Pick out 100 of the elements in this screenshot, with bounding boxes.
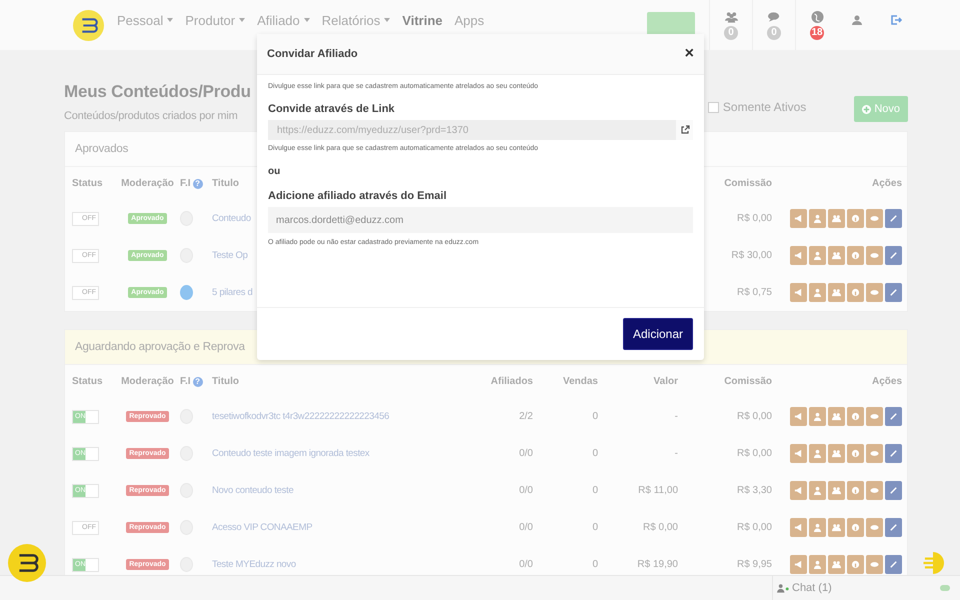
user-button[interactable]	[809, 444, 826, 463]
open-link-button[interactable]	[676, 120, 693, 140]
user-button[interactable]	[809, 283, 826, 302]
user-button[interactable]	[809, 481, 826, 500]
eye-button[interactable]	[866, 407, 883, 426]
eye-button[interactable]	[866, 246, 883, 265]
megaphone-button[interactable]	[790, 209, 807, 228]
link-field[interactable]: https://eduzz.com/myeduzz/user?prd=1370	[268, 120, 676, 140]
info-icon	[851, 214, 860, 223]
nav-menu-item[interactable]: Produtor	[185, 12, 246, 28]
pencil-icon	[889, 251, 898, 260]
email-field[interactable]: marcos.dordetti@eduzz.com	[268, 207, 693, 233]
column-header: Status	[72, 376, 103, 387]
group-icon	[832, 523, 841, 532]
info-icon	[851, 560, 860, 569]
column-header: F.I	[180, 178, 191, 189]
megaphone-button[interactable]	[790, 481, 807, 500]
user-icon[interactable]	[852, 15, 862, 25]
group-button[interactable]	[828, 209, 845, 228]
group-button[interactable]	[828, 518, 845, 537]
megaphone-button[interactable]	[790, 283, 807, 302]
title-link[interactable]: Teste MYEduzz novo	[212, 559, 296, 570]
group-button[interactable]	[828, 555, 845, 574]
pencil-icon	[889, 523, 898, 532]
table-cell: 0/0	[519, 559, 533, 570]
group-icon[interactable]	[724, 10, 738, 22]
title-link[interactable]: Novo conteudo teste	[212, 485, 294, 496]
group-button[interactable]	[828, 246, 845, 265]
megaphone-button[interactable]	[790, 444, 807, 463]
eye-icon	[870, 412, 879, 421]
nav-menu-item[interactable]: Afiliado	[257, 12, 310, 28]
table-cell: -	[674, 448, 678, 459]
eye-button[interactable]	[866, 555, 883, 574]
info-button[interactable]	[847, 246, 864, 265]
info-button[interactable]	[847, 444, 864, 463]
info-button[interactable]	[847, 518, 864, 537]
eye-button[interactable]	[866, 209, 883, 228]
info-icon	[851, 486, 860, 495]
table-cell: 0	[592, 485, 598, 496]
edit-button[interactable]	[885, 444, 902, 463]
logo-icon[interactable]	[8, 544, 46, 582]
eye-icon	[870, 214, 879, 223]
chat-icon[interactable]	[768, 10, 780, 22]
title-link[interactable]: Conteudo teste imagem ignorada testex	[212, 448, 370, 459]
megaphone-button[interactable]	[790, 518, 807, 537]
user-icon	[813, 214, 822, 223]
table-cell: R$ 0,00	[736, 213, 772, 224]
logo-icon[interactable]	[73, 10, 104, 40]
eye-icon	[870, 523, 879, 532]
nav-menu-item[interactable]: Vitrine	[402, 12, 443, 28]
group-button[interactable]	[828, 481, 845, 500]
group-button[interactable]	[828, 283, 845, 302]
edit-button[interactable]	[885, 246, 902, 265]
column-header: Ações	[872, 376, 902, 387]
megaphone-button[interactable]	[790, 246, 807, 265]
group-icon	[832, 214, 841, 223]
info-button[interactable]	[847, 555, 864, 574]
help-icon[interactable]: ?	[192, 376, 203, 386]
group-button[interactable]	[828, 407, 845, 426]
toggle-switch[interactable]	[940, 585, 950, 591]
title-link[interactable]: tesetiwofkodvr3tc t4r3w22222222222223456	[212, 411, 390, 422]
nav-menu-item[interactable]: Apps	[454, 12, 484, 28]
title-link[interactable]: Conteudo	[212, 213, 251, 224]
user-button[interactable]	[809, 518, 826, 537]
eye-button[interactable]	[866, 481, 883, 500]
close-button[interactable]: ×	[684, 45, 694, 63]
eye-button[interactable]	[866, 444, 883, 463]
column-header: Valor	[654, 376, 678, 387]
info-button[interactable]	[847, 283, 864, 302]
chat-button[interactable]: Chat (1)	[772, 576, 912, 600]
title-link[interactable]: 5 pilares d	[212, 287, 253, 298]
user-button[interactable]	[809, 555, 826, 574]
nav-menu-item[interactable]: Pessoal	[117, 12, 174, 28]
edit-button[interactable]	[885, 407, 902, 426]
megaphone-button[interactable]	[790, 555, 807, 574]
group-button[interactable]	[828, 444, 845, 463]
eye-button[interactable]	[866, 518, 883, 537]
title-link[interactable]: Acesso VIP CONAAEMP	[212, 522, 312, 533]
globe-icon[interactable]	[810, 10, 824, 22]
megaphone-button[interactable]	[790, 407, 807, 426]
eye-button[interactable]	[866, 283, 883, 302]
edit-button[interactable]	[885, 518, 902, 537]
table-cell: 0/0	[519, 522, 533, 533]
new-button[interactable]: Novo	[854, 96, 908, 122]
title-link[interactable]: Teste Op	[212, 250, 248, 261]
edit-button[interactable]	[885, 555, 902, 574]
edit-button[interactable]	[885, 283, 902, 302]
user-button[interactable]	[809, 246, 826, 265]
info-button[interactable]	[847, 407, 864, 426]
info-button[interactable]	[847, 481, 864, 500]
edit-button[interactable]	[885, 209, 902, 228]
logout-icon[interactable]	[890, 14, 902, 26]
edit-button[interactable]	[885, 481, 902, 500]
user-button[interactable]	[809, 407, 826, 426]
add-button[interactable]: Adicionar	[622, 318, 693, 350]
nav-menu-item[interactable]: Relatórios	[322, 12, 390, 28]
info-button[interactable]	[847, 209, 864, 228]
user-button[interactable]	[809, 209, 826, 228]
checkbox[interactable]	[708, 102, 719, 112]
help-icon[interactable]: ?	[192, 178, 203, 188]
